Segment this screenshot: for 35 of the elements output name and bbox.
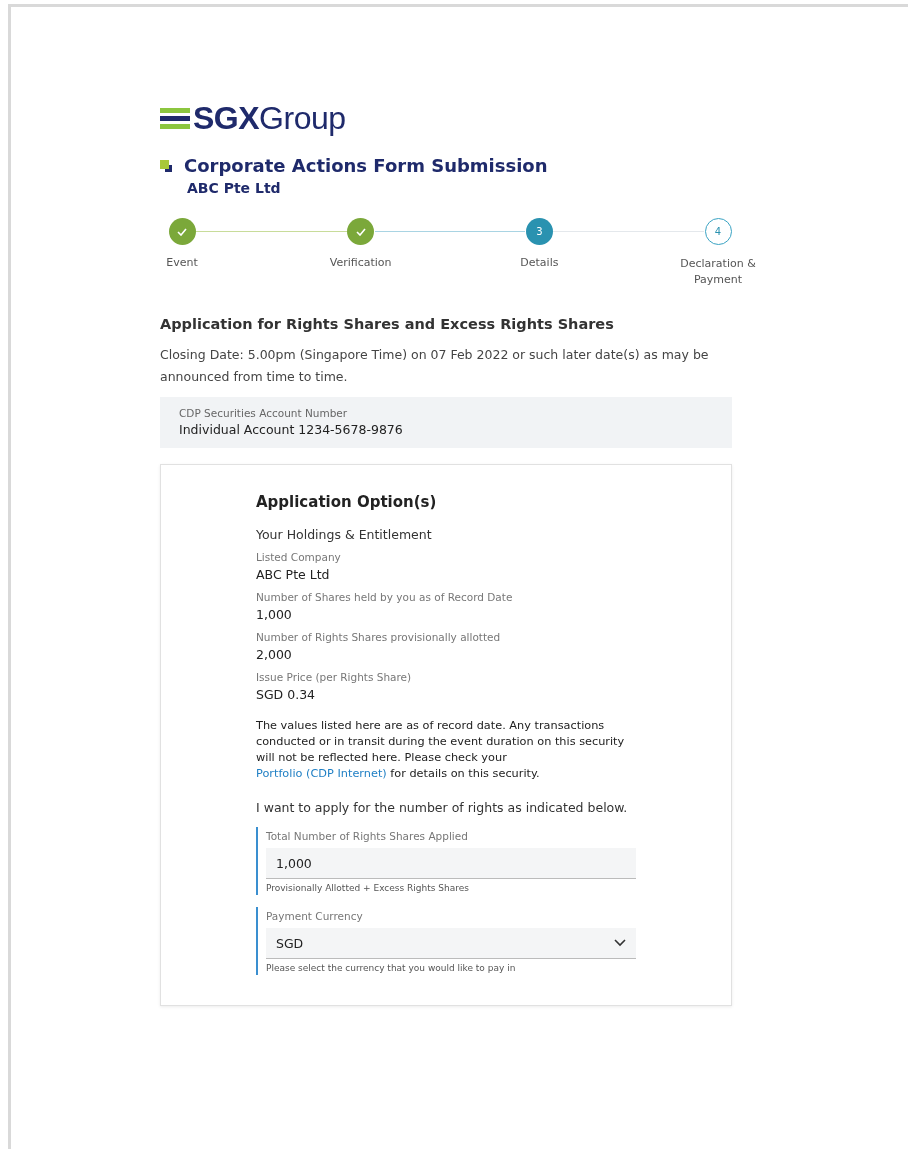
field-value: 2,000 xyxy=(256,647,293,662)
field-label: Issue Price (per Rights Share) xyxy=(256,671,413,683)
input-hint: Provisionally Allotted + Excess Rights Shares xyxy=(266,883,470,895)
input-label: Total Number of Rights Shares Applied xyxy=(266,829,469,842)
input-hint: Please select the currency that you would like to pay in xyxy=(266,963,517,975)
card-title: Application Option(s) xyxy=(256,493,438,511)
step-indicator: 4 xyxy=(704,218,732,245)
logo-stripes-icon xyxy=(160,107,190,130)
page-title: Corporate Actions Form Submission xyxy=(184,155,548,176)
logo-text: SGXGroup xyxy=(193,100,346,137)
portfolio-link[interactable]: Portfolio (CDP Internet) xyxy=(256,767,387,780)
info-paragraph: The values listed here are as of record date. Any transactions conducted or in transit during the event duration on this security will not be reflected here. Please check your Portfolio (CDP Internet) for details on this security. xyxy=(256,718,626,782)
closing-date-text: Closing Date: 5.00pm (Singapore Time) on 07 Feb 2022 or such later date(s) as may be announced from time to time. xyxy=(160,346,710,386)
account-value: Individual Account 1234-5678-9876 xyxy=(179,422,404,437)
square-icon xyxy=(160,159,172,172)
step-label: Details xyxy=(520,256,559,269)
field-value: SGD 0.34 xyxy=(256,687,317,702)
field-value: ABC Pte Ltd xyxy=(256,567,331,582)
step-label: Declaration & Payment xyxy=(679,256,757,288)
step-label: Event xyxy=(166,256,198,269)
field-label: Number of Shares held by you as of Record Date xyxy=(256,591,514,603)
field-label: Number of Rights Shares provisionally allotted xyxy=(256,631,502,643)
field-label: Listed Company xyxy=(256,551,342,563)
section-heading: Application for Rights Shares and Excess Rights Shares xyxy=(160,316,615,332)
step-indicator: 3 xyxy=(525,218,553,245)
currency-dropdown[interactable]: SGD xyxy=(266,928,636,959)
shares-input-field[interactable]: 1,000 xyxy=(266,848,636,879)
card-subtitle: Your Holdings & Entitlement xyxy=(256,527,433,542)
chevron-down-icon xyxy=(614,939,626,947)
company-name: ABC Pte Ltd xyxy=(187,180,282,196)
step-label: Verification xyxy=(329,256,392,269)
apply-text: I want to apply for the number of rights as indicated below. xyxy=(256,800,629,815)
account-label: CDP Securities Account Number xyxy=(179,407,349,419)
input-label: Payment Currency xyxy=(266,909,364,922)
field-value: 1,000 xyxy=(256,607,293,622)
